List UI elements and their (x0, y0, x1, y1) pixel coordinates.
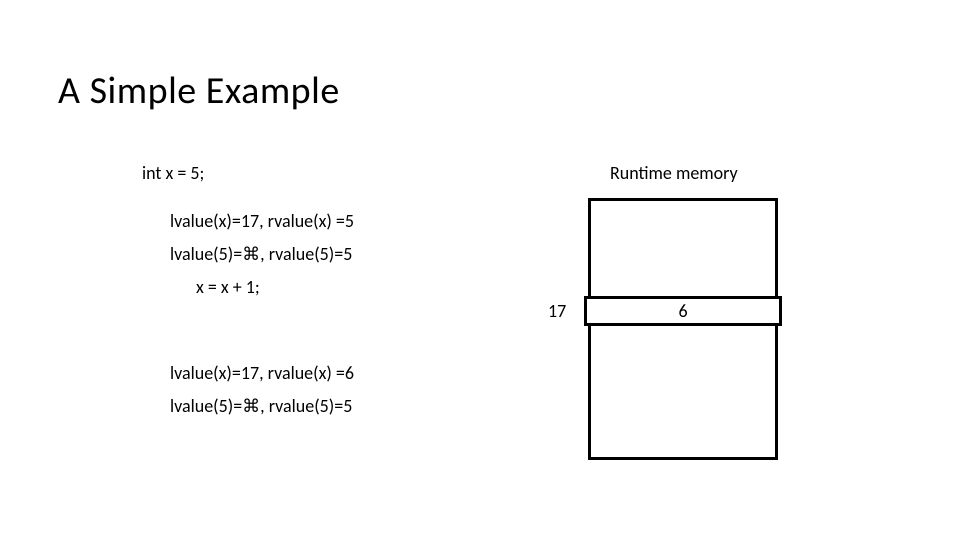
slide-title: A Simple Example (58, 68, 340, 114)
lvalue-rvalue-line-4: lvalue(5)=⌘, rvalue(5)=5 (170, 395, 352, 417)
code-statement: x = x + 1; (196, 276, 260, 298)
runtime-memory-label: Runtime memory (610, 162, 738, 184)
code-declaration: int x = 5; (142, 162, 204, 184)
memory-box (588, 198, 778, 460)
lvalue-rvalue-line-3: lvalue(x)=17, rvalue(x) =6 (170, 362, 354, 384)
lvalue-rvalue-line-1: lvalue(x)=17, rvalue(x) =5 (170, 210, 354, 232)
memory-cell: 6 (584, 296, 782, 326)
slide: A Simple Example int x = 5; lvalue(x)=17… (0, 0, 960, 540)
lvalue-rvalue-line-2: lvalue(5)=⌘, rvalue(5)=5 (170, 243, 352, 265)
memory-address: 17 (548, 300, 566, 322)
